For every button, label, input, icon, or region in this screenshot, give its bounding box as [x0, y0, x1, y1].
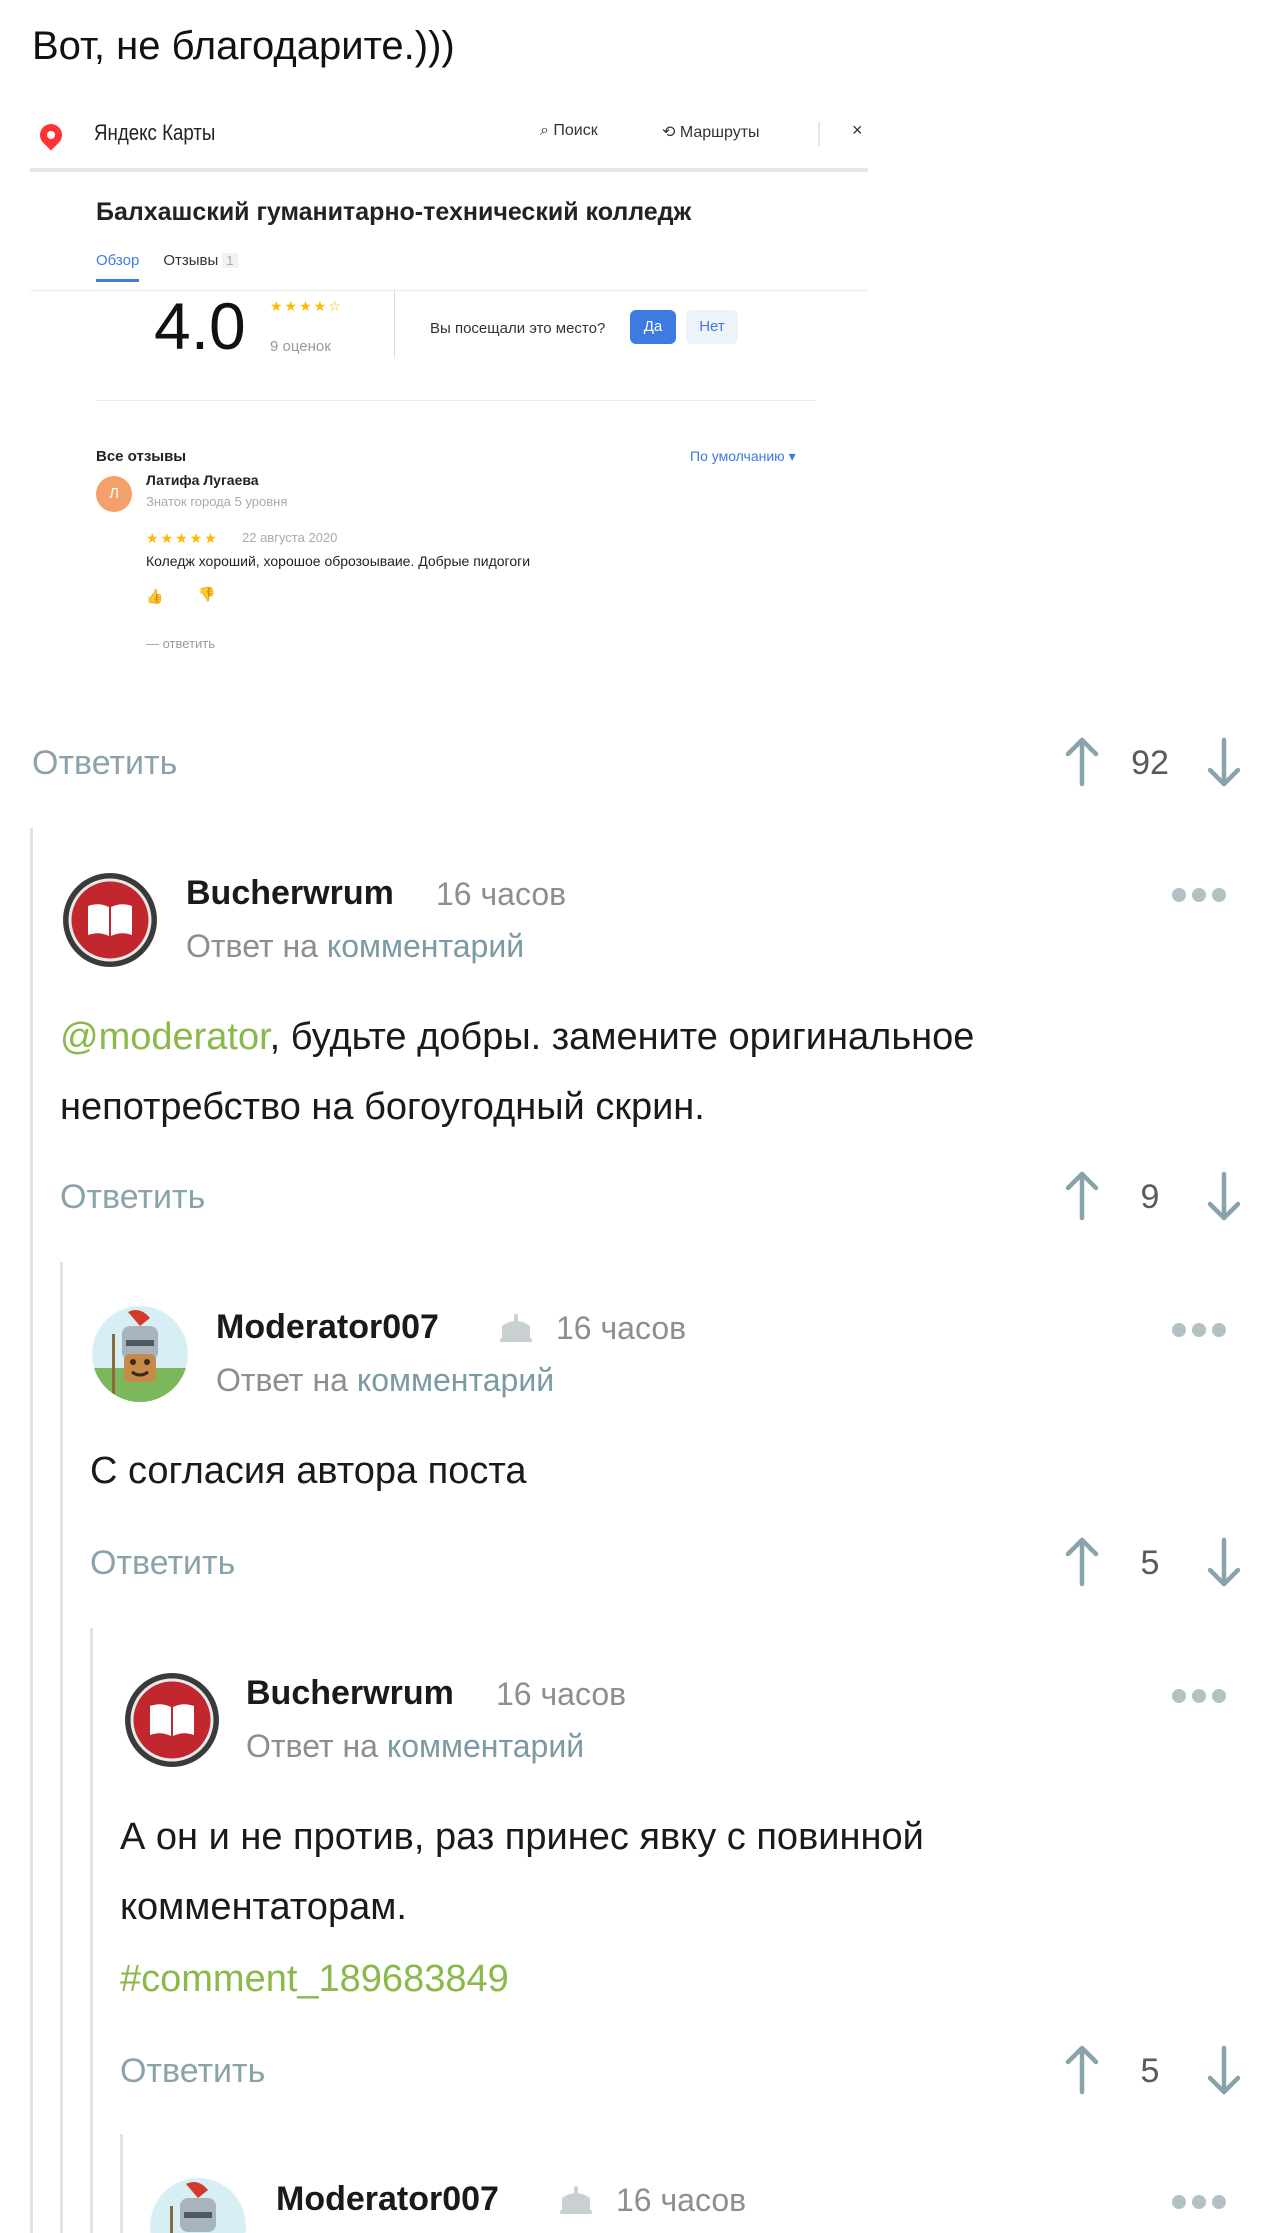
- ymap-routes: ⟲ Маршруты: [662, 124, 760, 141]
- ymap-ratings-count: 9 оценок: [270, 338, 331, 355]
- reply-to-link[interactable]: комментарий: [327, 928, 524, 964]
- ymap-review-date: 22 августа 2020: [242, 530, 338, 545]
- more-icon[interactable]: [1172, 1323, 1236, 1339]
- ymap-yes-button: Да: [630, 310, 676, 344]
- mention-link[interactable]: @moderator: [60, 1016, 270, 1058]
- comment-action-row: Ответить 5: [90, 1536, 1252, 1592]
- vote-count: 9: [1140, 1178, 1160, 1216]
- more-icon[interactable]: [1172, 888, 1236, 904]
- ymap-search: ⌕ Поиск: [540, 122, 598, 139]
- comment-time: 16 часов: [616, 2182, 747, 2218]
- thread-line: [30, 828, 33, 2233]
- ymap-all-reviews: Все отзывы: [96, 448, 187, 465]
- post-text: Вот, не благодарите.))): [32, 24, 455, 68]
- upvote-icon[interactable]: [1062, 736, 1102, 788]
- comment-text-line: непотребство на богоугодный скрин.: [60, 1086, 705, 1128]
- comment-anchor-link[interactable]: #comment_189683849: [120, 1958, 509, 2001]
- comment-time: 16 часов: [436, 876, 567, 912]
- thread-line: [120, 2134, 123, 2233]
- thumbs-up-icon: 👍: [146, 588, 164, 604]
- ymap-review-text: Коледж хороший, хорошое оброзоываие. Доб…: [146, 553, 531, 569]
- post-action-row: Ответить 92: [32, 736, 1252, 792]
- reply-button[interactable]: Ответить: [120, 2052, 265, 2091]
- ymap-tab-reviews: Отзывы: [163, 252, 219, 269]
- downvote-icon[interactable]: [1204, 1170, 1244, 1222]
- vote-count: 5: [1140, 2052, 1160, 2090]
- ymap-visited-question: Вы посещали это место?: [430, 320, 606, 337]
- more-icon[interactable]: [1172, 2195, 1236, 2211]
- close-icon: ×: [852, 120, 863, 140]
- reply-button[interactable]: Ответить: [90, 1544, 235, 1583]
- upvote-icon[interactable]: [1062, 1170, 1102, 1222]
- reply-to-link[interactable]: комментарий: [387, 1728, 584, 1764]
- comment-action-row: Ответить 9: [60, 1170, 1252, 1226]
- vote-count: 5: [1140, 1544, 1160, 1582]
- reply-to: Ответ на комментарий: [246, 1728, 585, 1764]
- comment-author[interactable]: Moderator007: [276, 2180, 499, 2219]
- book-avatar-icon[interactable]: [62, 872, 158, 968]
- comment-text: @moderator, будьте добры. замените ориги…: [60, 1016, 975, 1058]
- thread-line: [90, 1628, 93, 2233]
- ymap-divider: [818, 122, 820, 146]
- thread-line: [60, 1262, 63, 2233]
- ymap-title: Балхашский гуманитарно-технический колле…: [96, 198, 692, 226]
- ymap-review-reply: — ответить: [146, 636, 216, 651]
- ymap-review-avatar: Л: [96, 476, 132, 512]
- cake-icon: [500, 1314, 532, 1342]
- reply-button[interactable]: Ответить: [60, 1178, 205, 1217]
- downvote-icon[interactable]: [1204, 736, 1244, 788]
- downvote-icon[interactable]: [1204, 1536, 1244, 1588]
- more-icon[interactable]: [1172, 1689, 1236, 1705]
- ymap-rating-stars: ★★★★☆: [270, 298, 343, 314]
- vote-count: 92: [1131, 744, 1169, 782]
- comment-time: 16 часов: [556, 1310, 687, 1346]
- reply-button[interactable]: Ответить: [32, 744, 177, 783]
- ymap-tab-reviews-count: 1: [222, 253, 238, 268]
- upvote-icon[interactable]: [1062, 1536, 1102, 1588]
- comment-action-row: Ответить 5: [120, 2044, 1252, 2100]
- thumbs-down-icon: 👎: [198, 586, 216, 602]
- comment-text-line: комментаторам.: [120, 1886, 407, 1928]
- comment-author[interactable]: Bucherwrum: [186, 874, 394, 913]
- knight-avatar-icon[interactable]: [92, 1306, 188, 1402]
- reply-to: Ответ на комментарий: [186, 928, 525, 964]
- ymap-tabs: Обзор Отзывы 1: [96, 252, 238, 282]
- upvote-icon[interactable]: [1062, 2044, 1102, 2096]
- routes-icon: ⟲: [662, 124, 680, 141]
- ymap-review-author: Латифа Лугаева: [146, 472, 259, 488]
- map-pin-icon: [35, 119, 67, 151]
- search-icon: ⌕: [540, 122, 554, 139]
- downvote-icon[interactable]: [1204, 2044, 1244, 2096]
- reply-to: Ответ на комментарий: [216, 1362, 555, 1398]
- ymap-review-stars: ★★★★★: [146, 530, 219, 546]
- ymap-review-level: Знаток города 5 уровня: [146, 494, 288, 509]
- ymap-rating: 4.0: [154, 289, 246, 363]
- embedded-screenshot[interactable]: Яндекс Карты ⌕ Поиск ⟲ Маршруты × Балхаш…: [30, 110, 868, 670]
- ymap-header: Яндекс Карты ⌕ Поиск ⟲ Маршруты ×: [30, 110, 868, 172]
- comment-time: 16 часов: [496, 1676, 627, 1712]
- ymap-logo: Яндекс Карты: [94, 120, 216, 145]
- ymap-vertical-divider: [394, 290, 395, 358]
- cake-icon: [560, 2186, 592, 2214]
- ymap-divider: [96, 400, 816, 401]
- comment-author[interactable]: Bucherwrum: [246, 1674, 454, 1713]
- ymap-tab-overview: Обзор: [96, 252, 140, 282]
- ymap-sort: По умолчанию ▾: [690, 448, 796, 464]
- knight-avatar-icon[interactable]: [150, 2178, 246, 2233]
- comment-author[interactable]: Moderator007: [216, 1308, 439, 1347]
- comment-text: А он и не против, раз принес явку с пови…: [120, 1816, 924, 1858]
- reply-to-link[interactable]: комментарий: [357, 1362, 554, 1398]
- ymap-no-button: Нет: [686, 310, 738, 344]
- book-avatar-icon[interactable]: [124, 1672, 220, 1768]
- comment-text: С согласия автора поста: [90, 1450, 527, 1492]
